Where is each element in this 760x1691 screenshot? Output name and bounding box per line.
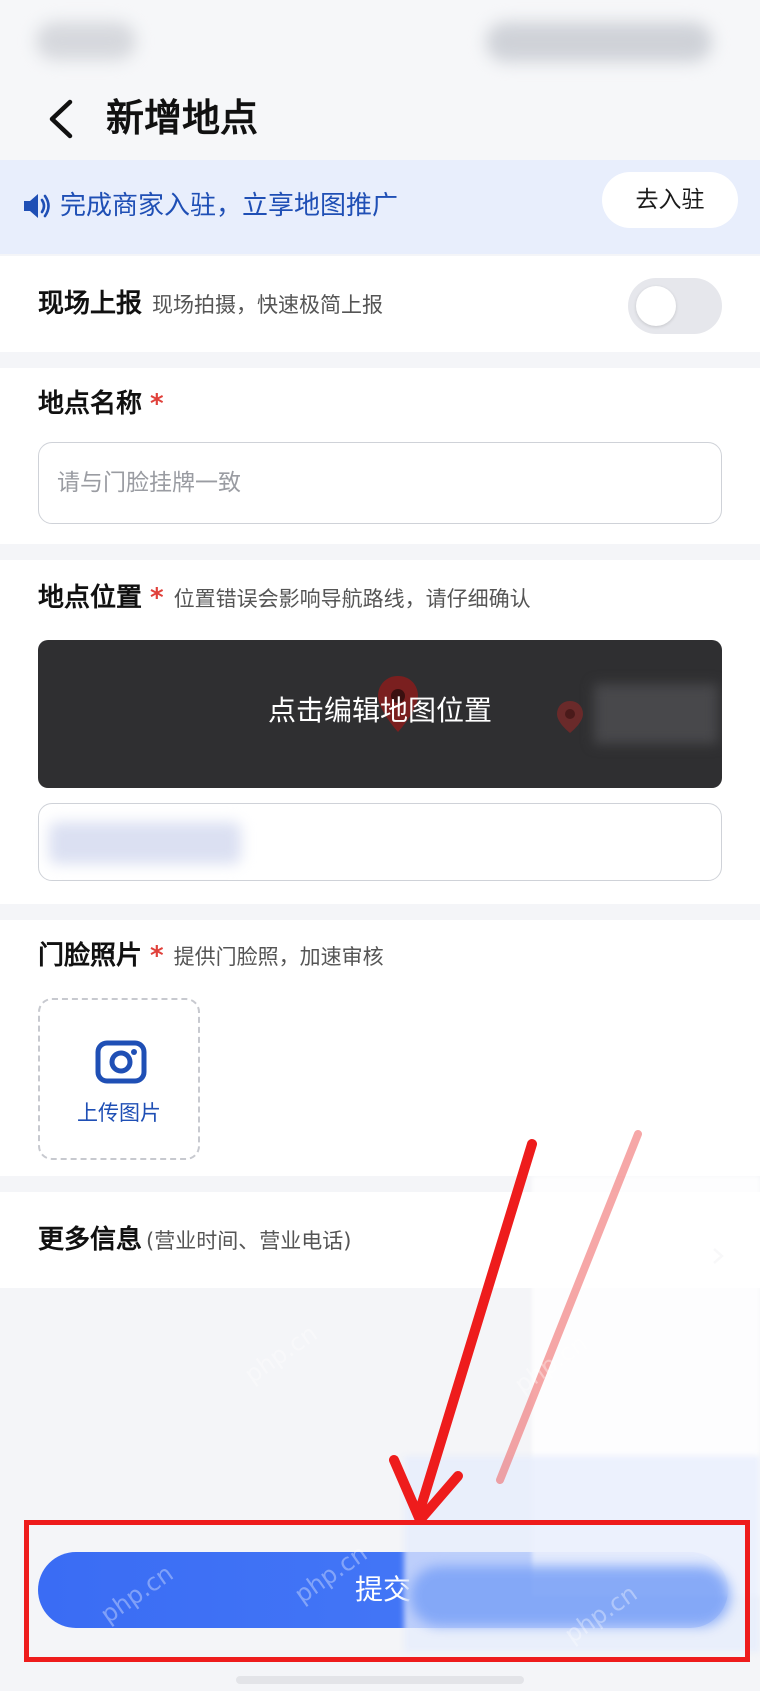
header: 新增地点 bbox=[0, 82, 760, 160]
required-mark: * bbox=[150, 941, 164, 971]
place-name-section: 地点名称 * 请与门脸挂牌一致 bbox=[0, 368, 760, 544]
onsite-report-hint: 现场拍摄，快速极简上报 bbox=[152, 293, 384, 317]
place-name-title: 地点名称 * bbox=[38, 384, 164, 424]
required-mark: * bbox=[150, 583, 164, 613]
status-bar bbox=[0, 0, 760, 82]
place-location-title: 地点位置 * 位置错误会影响导航路线，请仔细确认 bbox=[38, 578, 531, 619]
place-name-label: 地点名称 bbox=[38, 389, 143, 419]
status-left-blur bbox=[36, 22, 136, 60]
place-location-hint: 位置错误会影响导航路线，请仔细确认 bbox=[173, 587, 531, 611]
camera-icon bbox=[95, 1040, 147, 1084]
onsite-report-label: 现场上报 bbox=[38, 289, 143, 319]
onsite-report-row: 现场上报 现场拍摄，快速极简上报 bbox=[0, 256, 760, 352]
place-location-section: 地点位置 * 位置错误会影响导航路线，请仔细确认 点击编辑地图位置 bbox=[0, 560, 760, 904]
more-info-hint: (营业时间、营业电话) bbox=[146, 1229, 352, 1253]
page-title: 新增地点 bbox=[106, 96, 259, 140]
red-annotation-arrow-icon bbox=[389, 1130, 642, 1525]
place-name-input[interactable]: 请与门脸挂牌一致 bbox=[38, 442, 722, 524]
onsite-report-title: 现场上报 现场拍摄，快速极简上报 bbox=[38, 284, 383, 325]
promo-banner: 完成商家入驻，立享地图推广 去入驻 bbox=[0, 160, 760, 254]
back-arrow-icon[interactable] bbox=[42, 96, 82, 142]
map-preview[interactable]: 点击编辑地图位置 bbox=[38, 640, 722, 788]
storefront-photo-title: 门脸照片 * 提供门脸照，加速审核 bbox=[38, 936, 384, 977]
edit-map-label: 点击编辑地图位置 bbox=[267, 694, 492, 727]
place-name-placeholder: 请与门脸挂牌一致 bbox=[57, 470, 241, 496]
upload-image-label: 上传图片 bbox=[77, 1101, 161, 1125]
address-field[interactable] bbox=[38, 803, 722, 881]
onsite-report-toggle[interactable] bbox=[628, 278, 722, 334]
more-info-title: 更多信息 (营业时间、营业电话) bbox=[38, 1220, 351, 1261]
home-indicator bbox=[236, 1676, 524, 1684]
upload-image-button[interactable]: 上传图片 bbox=[38, 998, 200, 1160]
status-right-blur bbox=[486, 22, 712, 62]
address-blur bbox=[49, 822, 241, 864]
speaker-icon bbox=[24, 194, 50, 218]
place-location-label: 地点位置 bbox=[38, 583, 143, 613]
more-info-label: 更多信息 bbox=[38, 1225, 143, 1255]
toggle-knob bbox=[636, 286, 676, 326]
storefront-photo-label: 门脸照片 bbox=[38, 941, 143, 971]
storefront-photo-hint: 提供门脸照，加速审核 bbox=[173, 945, 384, 969]
promo-text: 完成商家入驻，立享地图推广 bbox=[60, 191, 399, 221]
join-button[interactable]: 去入驻 bbox=[602, 172, 738, 228]
required-mark: * bbox=[150, 389, 164, 419]
